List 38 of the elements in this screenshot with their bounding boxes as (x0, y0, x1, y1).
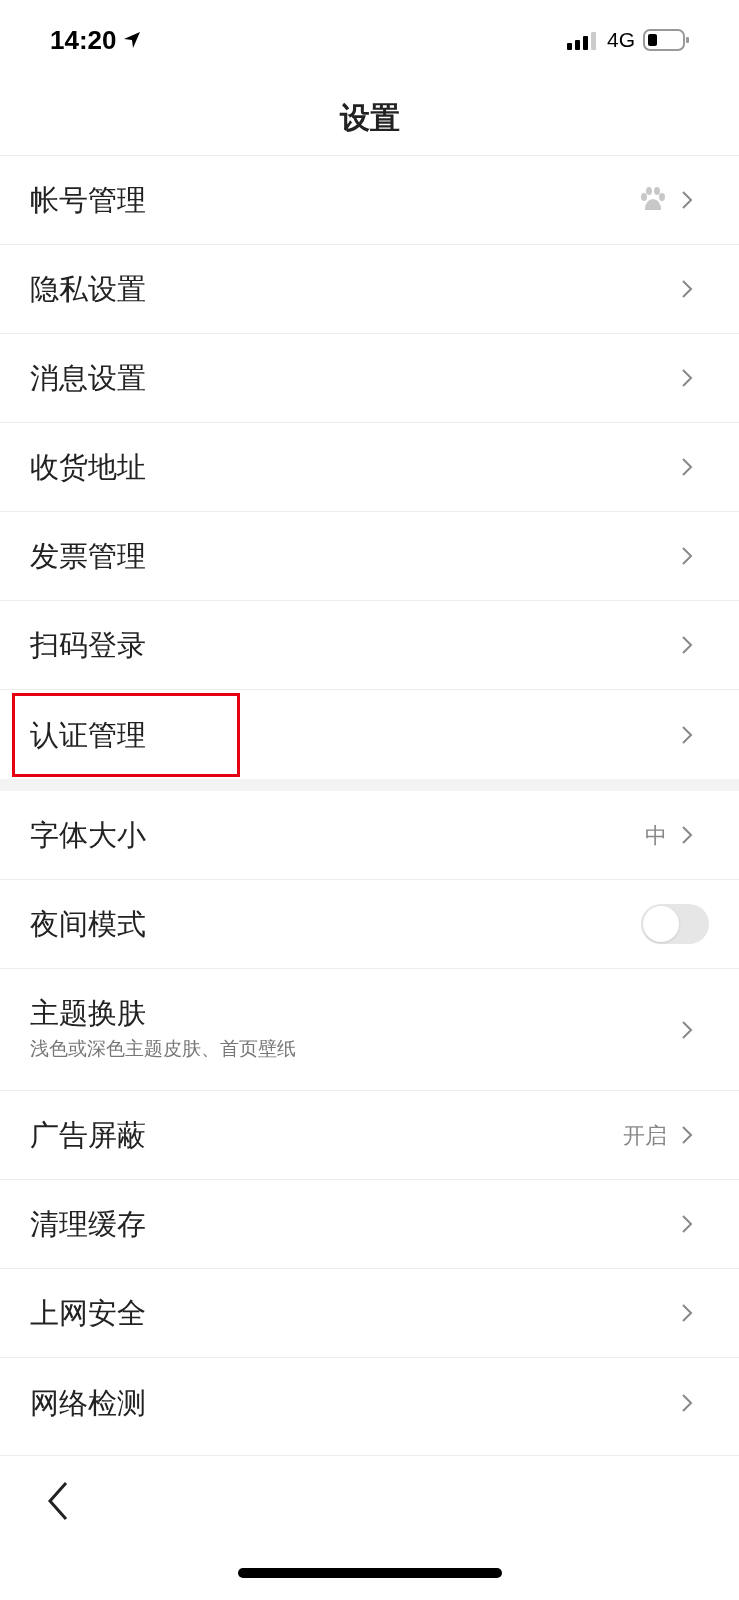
location-arrow-icon (122, 31, 141, 49)
toggle-switch[interactable] (641, 904, 709, 944)
chevron-right-icon (681, 825, 693, 845)
back-button[interactable] (46, 1481, 70, 1521)
setting-label[interactable]: 消息设置 (30, 360, 681, 396)
setting-value: 开启 (623, 1121, 667, 1150)
signal-icon (567, 30, 599, 50)
chevron-right-icon (681, 1303, 693, 1323)
setting-label[interactable]: 帐号管理 (30, 182, 639, 218)
chevron-right-icon (681, 724, 693, 745)
setting-label[interactable]: 广告屏蔽 (30, 1117, 623, 1153)
chevron-right-icon (681, 1392, 693, 1413)
setting-label[interactable]: 发票管理 (30, 538, 681, 574)
chevron-right-icon (681, 190, 693, 210)
chevron-right-icon (681, 457, 693, 477)
setting-value: 中 (645, 821, 667, 850)
chevron-right-icon (681, 1019, 693, 1040)
setting-label[interactable]: 网络检测 (30, 1384, 681, 1421)
chevron-right-icon (681, 546, 693, 566)
chevron-right-icon (681, 1214, 693, 1234)
setting-label[interactable]: 上网安全 (30, 1295, 681, 1331)
setting-label[interactable]: 字体大小 (30, 817, 645, 853)
chevron-right-icon (681, 1125, 693, 1145)
setting-label[interactable]: 认证管理 (30, 716, 681, 753)
setting-label[interactable]: 夜间模式 (30, 906, 641, 942)
page-title: 设置 (339, 100, 400, 136)
status-time: 14:20 (50, 23, 117, 57)
setting-label[interactable]: 主题换肤 (30, 995, 681, 1032)
chevron-right-icon (681, 279, 693, 299)
battery-icon (643, 29, 689, 51)
chevron-right-icon (681, 368, 693, 388)
chevron-right-icon (681, 635, 693, 655)
setting-label[interactable]: 扫码登录 (30, 627, 681, 663)
setting-label[interactable]: 隐私设置 (30, 271, 681, 307)
setting-label[interactable]: 清理缓存 (30, 1206, 681, 1242)
setting-description: 浅色或深色主题皮肤、首页壁纸 (30, 1037, 297, 1062)
network-type: 4G (607, 27, 635, 54)
setting-label[interactable]: 收货地址 (30, 449, 681, 485)
